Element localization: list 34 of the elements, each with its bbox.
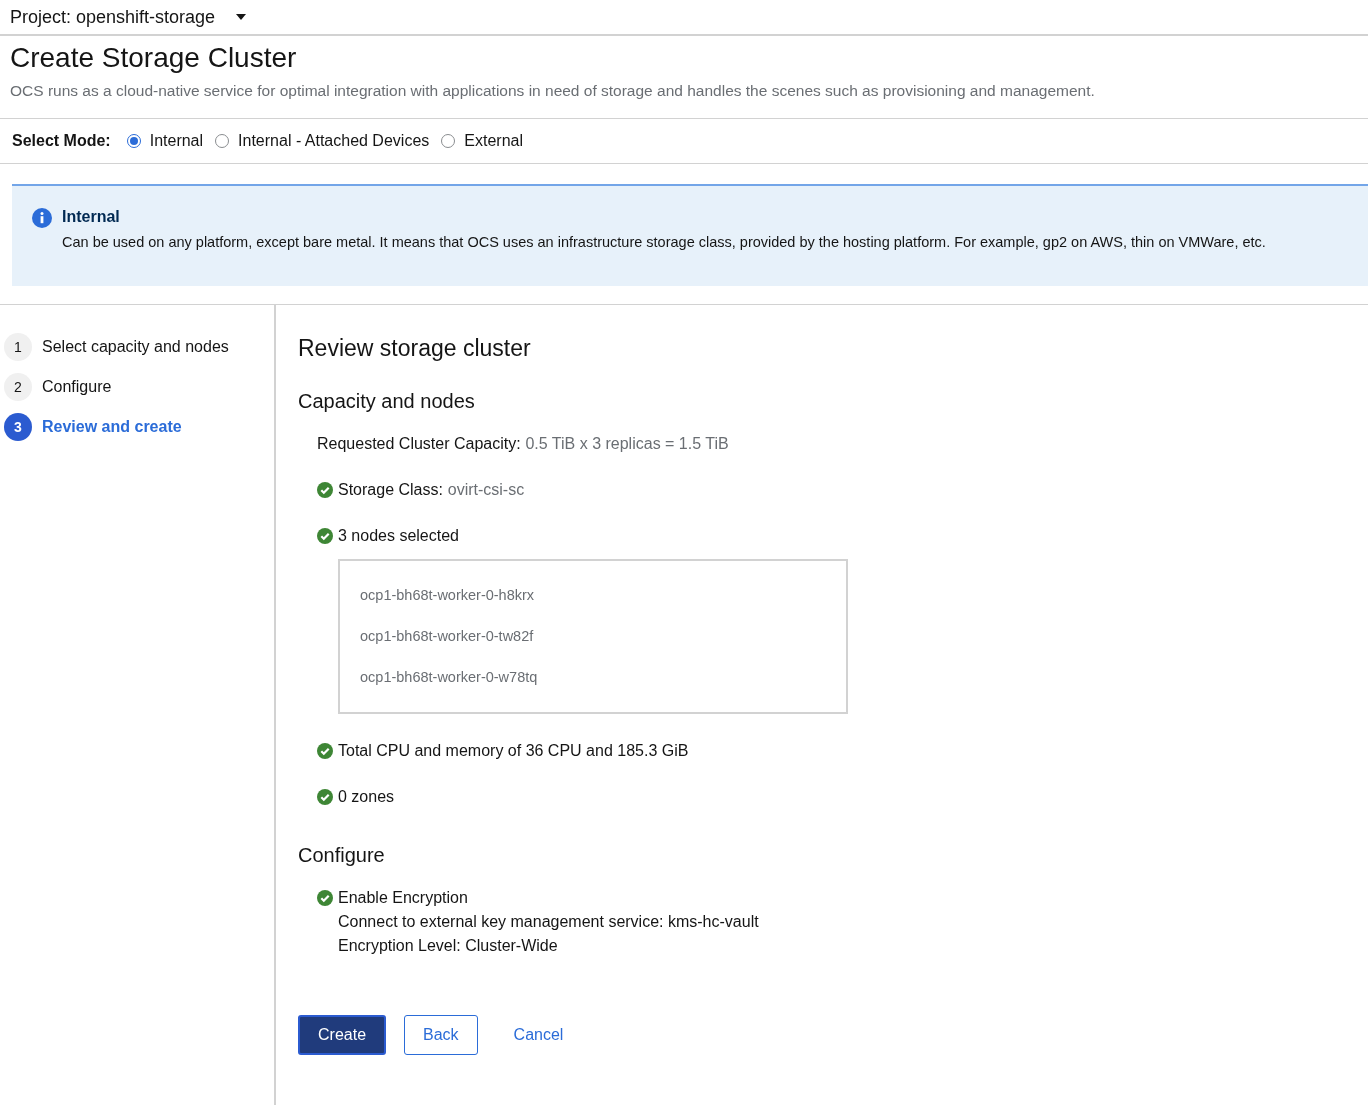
node-name: ocp1-bh68t-worker-0-w78tq (360, 668, 539, 687)
step-number: 2 (4, 373, 32, 401)
step-number: 1 (4, 333, 32, 361)
section-title: Configure (298, 844, 386, 867)
caret-icon (235, 13, 248, 21)
wizard-step[interactable]: 1 Select capacity and nodes (0, 333, 274, 361)
review-item-text: Requested Cluster Capacity: 0.5 TiB x 3 replicas = 1.5 TiB (317, 435, 729, 453)
page-description: OCS runs as a cloud-native service for optimal integration with applications in need of storage and handles the scenes such as provisioning and management. (10, 82, 1096, 100)
mode-label: Select Mode: (12, 132, 111, 150)
action-button[interactable]: Back (404, 1015, 478, 1055)
action-button[interactable]: Create (298, 1015, 387, 1055)
review-item-text: Storage Class: ovirt-csi-sc (338, 481, 525, 499)
info-icon (32, 208, 52, 228)
step-number: 3 (4, 413, 32, 441)
node-name: ocp1-bh68t-worker-0-h8krx (360, 586, 536, 605)
review-item-text: Enable Encryption (338, 889, 468, 907)
alert-title: Internal (62, 208, 121, 226)
mode-radio-option[interactable]: Internal (126, 132, 204, 150)
wizard-step[interactable]: 3 Review and create (0, 413, 274, 441)
review-title: Review storage cluster (298, 335, 532, 362)
mode-radio-option[interactable]: Internal - Attached Devices (215, 132, 430, 150)
review-item-text: Total CPU and memory of 36 CPU and 185.3 GiB (338, 742, 689, 760)
detail-text: Connect to external key management service: kms-hc-vault (338, 913, 760, 931)
section-title: Capacity and nodes (298, 390, 476, 413)
review-item-text: 0 zones (338, 788, 395, 806)
wizard-step[interactable]: 2 Configure (0, 373, 274, 401)
alert-text: Can be used on any platform, except bare metal. It means that OCS uses an infrastructure storage class, provided by the hosting platform. For example, gp2 on AWS, thin on VMWare, etc. (62, 234, 1266, 250)
page-title: Create Storage Cluster (10, 42, 298, 74)
mode-radio-option[interactable]: External (441, 132, 523, 150)
review-item-text: 3 nodes selected (338, 527, 459, 545)
project-dropdown[interactable]: Project: openshift-storage (10, 6, 248, 28)
node-name: ocp1-bh68t-worker-0-tw82f (360, 627, 535, 646)
action-button[interactable]: Cancel (495, 1015, 582, 1055)
detail-text: Encryption Level: Cluster-Wide (338, 937, 559, 955)
